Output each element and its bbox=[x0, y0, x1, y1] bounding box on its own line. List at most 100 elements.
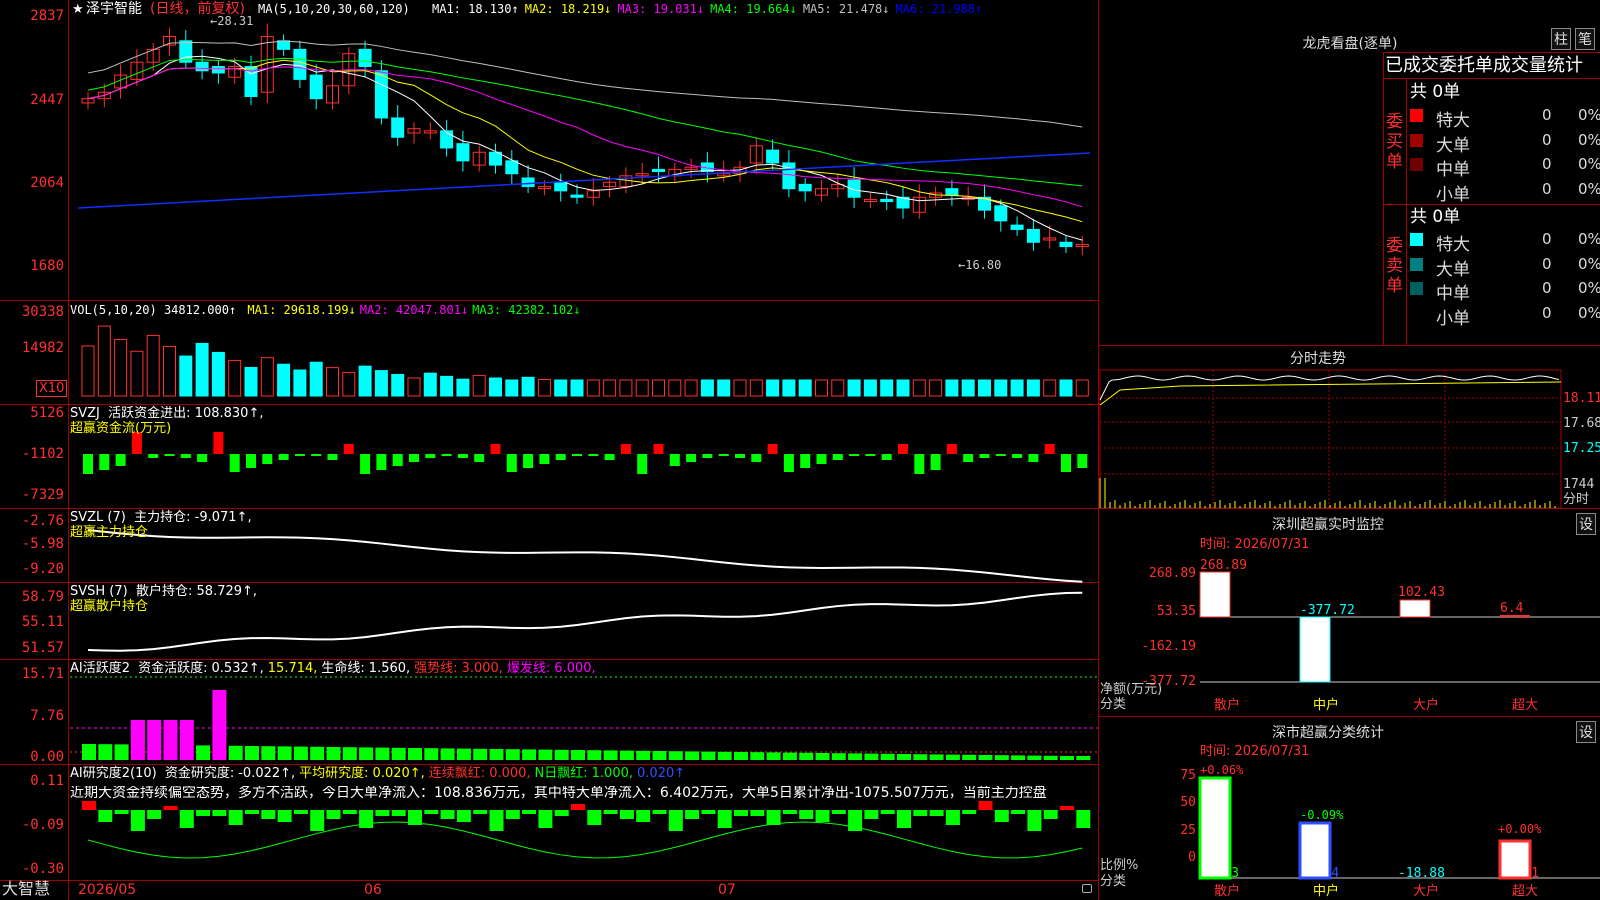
cls-settings-button[interactable]: 设 bbox=[1576, 721, 1596, 743]
vol-bar bbox=[391, 373, 405, 397]
sz-value-label: 6.4 bbox=[1500, 601, 1524, 616]
cls-top-label: +0.00% bbox=[1498, 822, 1542, 836]
flow-bar bbox=[946, 444, 957, 454]
flow-bar bbox=[83, 454, 93, 474]
cls-axis: 25 bbox=[1180, 823, 1196, 838]
flow-bar bbox=[539, 454, 550, 464]
flow-bar bbox=[278, 454, 289, 460]
flow-bar bbox=[555, 454, 566, 460]
favorite-star-icon[interactable]: ★ bbox=[72, 2, 84, 17]
flow-bar bbox=[457, 454, 468, 458]
sz-category: 大户 bbox=[1413, 698, 1440, 713]
sz-value-label: 268.89 bbox=[1200, 558, 1247, 573]
activity-bar bbox=[245, 746, 259, 760]
flow-bar bbox=[229, 454, 240, 472]
order-row: 特大 0 0% bbox=[1408, 104, 1600, 131]
vol-bar bbox=[293, 369, 307, 397]
research-bar bbox=[945, 810, 960, 825]
flow-bar bbox=[735, 454, 745, 458]
ma-line bbox=[87, 55, 1083, 241]
svsh-value: 58.729↑, bbox=[196, 584, 258, 599]
research-bar bbox=[717, 810, 732, 828]
order-count: 0 bbox=[1542, 130, 1552, 149]
flow-bar bbox=[995, 454, 1006, 456]
vol-bar bbox=[163, 345, 176, 397]
candle-body bbox=[1059, 241, 1073, 248]
vol-bar bbox=[978, 379, 991, 397]
vol-bar bbox=[652, 379, 665, 397]
flow-bar bbox=[849, 454, 860, 456]
cls-title: 深市超赢分类统计 bbox=[1272, 725, 1384, 741]
flow-bar bbox=[99, 454, 110, 470]
sz-category: 中户 bbox=[1313, 698, 1340, 713]
activity-bar bbox=[293, 746, 308, 760]
research-bar bbox=[734, 810, 748, 816]
intraday-axis: 1744 bbox=[1563, 477, 1595, 492]
research-bar bbox=[554, 810, 569, 816]
flow-bar bbox=[914, 454, 925, 474]
activity-bar bbox=[261, 746, 276, 760]
vol-bar bbox=[619, 379, 633, 397]
vol-header: VOL(5,10,20) 34812.000↑ MA1: 29618.199↓ M… bbox=[70, 303, 581, 318]
activity-bar bbox=[913, 754, 928, 760]
order-type-label: 特大 bbox=[1436, 111, 1470, 131]
order-pct: 0% bbox=[1578, 130, 1600, 149]
kline-chart[interactable] bbox=[0, 0, 1098, 900]
vol-bar bbox=[945, 379, 959, 397]
research-bar bbox=[1060, 806, 1074, 810]
vol-bar bbox=[554, 379, 568, 397]
research-item: 0.020↑ bbox=[637, 766, 686, 781]
flow-bar bbox=[832, 454, 843, 460]
activity-bar bbox=[636, 750, 651, 760]
activity-bar bbox=[603, 750, 618, 760]
activity-bar bbox=[440, 748, 455, 760]
flow-bar bbox=[816, 454, 827, 464]
svzj-title: SVZJ bbox=[70, 406, 100, 421]
activity-bar bbox=[342, 747, 357, 760]
vol-bar bbox=[684, 379, 698, 397]
order-row: 大单 0 0% bbox=[1408, 253, 1600, 280]
svzl-title: SVZL (7) bbox=[70, 510, 126, 525]
activity-bar bbox=[1027, 755, 1042, 760]
vol-bar bbox=[929, 379, 943, 397]
high-price-mark: ←28.31 bbox=[210, 14, 254, 28]
research-bar bbox=[799, 810, 814, 819]
order-count: 0 bbox=[1542, 230, 1552, 248]
flow-bar bbox=[474, 454, 485, 462]
activity-bar bbox=[750, 752, 765, 760]
vol-bar bbox=[896, 379, 910, 397]
activity-bar bbox=[962, 754, 977, 760]
lock-icon[interactable] bbox=[1082, 884, 1092, 893]
candle-body bbox=[277, 40, 291, 50]
activity-bar bbox=[685, 751, 700, 760]
svsh-subtitle: 超赢散户持仓 bbox=[70, 599, 149, 614]
svzj-value: 108.830↑, bbox=[194, 406, 264, 421]
flow-bar bbox=[702, 454, 713, 458]
research-bar bbox=[82, 801, 96, 810]
flow-bar bbox=[653, 444, 664, 454]
vol-bar bbox=[277, 363, 291, 397]
order-count: 0 bbox=[1542, 106, 1552, 124]
vol-bar bbox=[537, 378, 551, 397]
flow-bar bbox=[800, 454, 811, 468]
ai2-item: 15.714, bbox=[267, 661, 318, 676]
vol-bar bbox=[309, 361, 323, 397]
low-price-mark: ←16.80 bbox=[958, 258, 1002, 272]
vol-ma-2: MA2: 42047.801↓ bbox=[359, 303, 469, 317]
tick-mode-button[interactable]: 笔 bbox=[1575, 28, 1595, 50]
vol-bar bbox=[195, 342, 209, 397]
activity-bar bbox=[652, 751, 667, 760]
candle-body bbox=[652, 168, 665, 173]
research-bar bbox=[652, 810, 667, 814]
vol-bar bbox=[211, 351, 225, 397]
stock-name[interactable]: 泽宇智能 bbox=[86, 2, 142, 17]
ma-value-6: MA6: 21.988↑ bbox=[895, 2, 983, 16]
vol-bar bbox=[1010, 379, 1024, 397]
research-bar bbox=[522, 810, 537, 814]
svzl-value: -9.071↑, bbox=[194, 510, 252, 525]
dragon-title: 龙虎看盘(逐单) bbox=[1302, 36, 1398, 52]
activity-bar bbox=[929, 754, 944, 760]
bar-mode-button[interactable]: 柱 bbox=[1551, 28, 1571, 50]
vol-bar bbox=[1026, 379, 1040, 397]
sz-settings-button[interactable]: 设 bbox=[1576, 513, 1596, 535]
